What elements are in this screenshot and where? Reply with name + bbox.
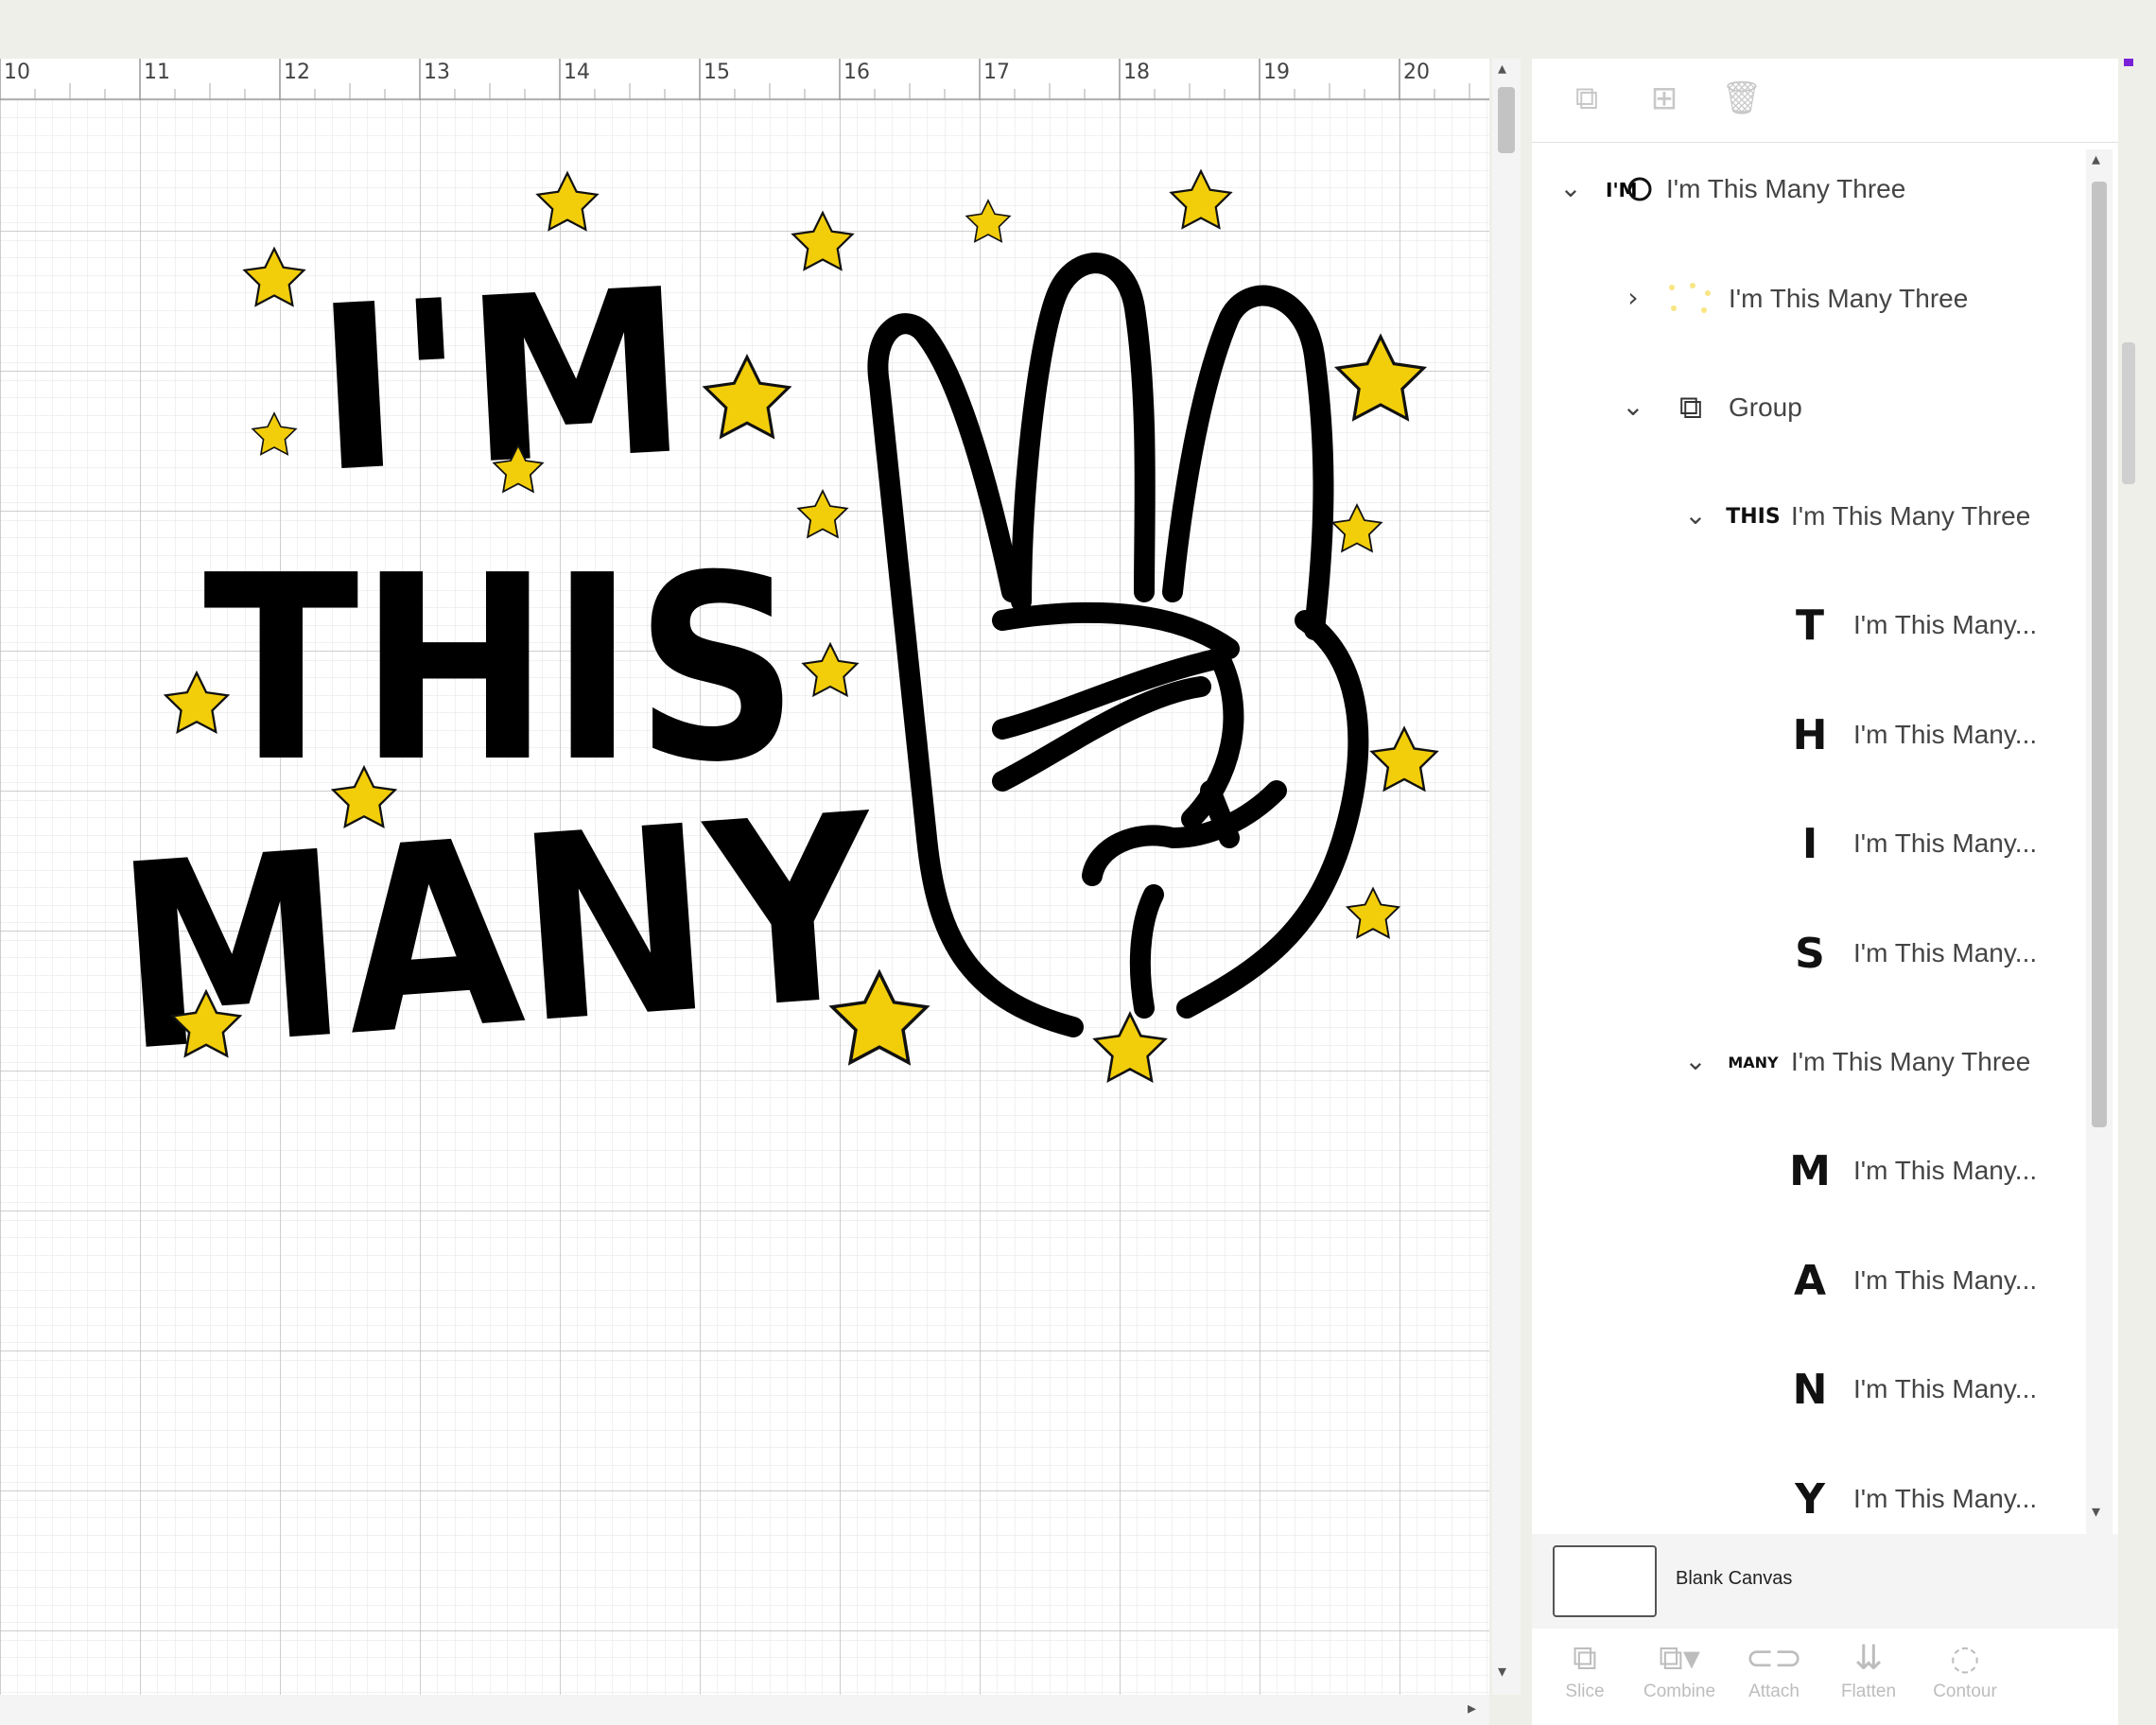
slice-icon: ⧉ (1573, 1639, 1597, 1678)
layer-label: I'm This Many... (1853, 720, 2038, 749)
scroll-thumb[interactable] (2092, 182, 2107, 1127)
layer-label: I'm This Many... (1853, 828, 2038, 858)
layer-row[interactable]: ⌄ ⧉ Group (1532, 362, 2090, 457)
chevron-down-icon[interactable]: ⌄ (1681, 1045, 1710, 1076)
flatten-button[interactable]: ⇊ Flatten (1821, 1636, 1916, 1702)
canvas-grid: I'M THIS MANY (0, 100, 1489, 1695)
canvas-vertical-scrollbar[interactable]: ▴ ▾ (1492, 59, 1521, 1695)
contour-button[interactable]: ◌ Contour (1918, 1636, 2012, 1702)
accent-marker (2124, 59, 2133, 66)
layers-list: ⌄ I'M I'm This Many Three › I'm This Man… (1532, 144, 2090, 1591)
layer-thumbnail: T (1795, 601, 1824, 650)
attach-button[interactable]: ⊂⊃ Attach (1727, 1636, 1821, 1702)
layer-thumbnail: A (1793, 1256, 1827, 1305)
flatten-icon: ⇊ (1853, 1639, 1884, 1678)
right-edge-strip (2118, 59, 2156, 1725)
slice-button[interactable]: ⧉ Slice (1538, 1636, 1632, 1702)
group-icon: ⧉ (1678, 389, 1703, 427)
layer-label: I'm This Many Three (1729, 284, 1969, 313)
attach-icon: ⊂⊃ (1745, 1639, 1803, 1678)
layer-label: I'm This Many Three (1666, 174, 1906, 203)
layers-toolbar: ⧉ ⊞ 🗑 (1532, 59, 2118, 143)
layer-thumbnail: I'M (1602, 166, 1655, 212)
scroll-up-arrow-icon[interactable]: ▴ (2092, 149, 2100, 169)
blank-canvas-swatch[interactable] (1553, 1545, 1657, 1617)
layer-label: I'm This Many... (1853, 938, 2038, 967)
duplicate-icon[interactable]: ⊞ (1642, 76, 1687, 121)
artwork-text-im: I'M (310, 239, 692, 523)
layer-label: I'm This Many Three (1791, 1047, 2031, 1076)
layer-thumbnail: I (1801, 819, 1818, 868)
stars-layer-thumbnail (1662, 276, 1715, 322)
combine-label: Combine (1643, 1681, 1716, 1701)
scroll-up-arrow-icon[interactable]: ▴ (1498, 59, 1506, 78)
combine-button[interactable]: ⧉▾ Combine (1632, 1636, 1727, 1702)
im-this-many-artwork[interactable]: I'M THIS MANY (0, 100, 1489, 1695)
layer-thumbnail: S (1795, 929, 1825, 978)
chevron-down-icon[interactable]: ⌄ (1681, 499, 1710, 531)
scroll-thumb[interactable] (1498, 87, 1515, 153)
layer-row[interactable]: M I'm This Many... (1532, 1125, 2090, 1220)
layer-thumbnail: N (1792, 1365, 1828, 1414)
layer-row[interactable]: A I'm This Many... (1532, 1235, 2090, 1330)
ruler-ticks (0, 59, 1489, 100)
attach-label: Attach (1748, 1681, 1800, 1701)
layer-thumbnail: Y (1795, 1474, 1825, 1524)
layer-label: I'm This Many... (1853, 1484, 2038, 1513)
scroll-down-arrow-icon[interactable]: ▾ (1498, 1662, 1506, 1681)
outer-scroll-thumb[interactable] (2122, 342, 2135, 484)
layer-label: I'm This Many... (1853, 1156, 2038, 1185)
layer-row[interactable]: S I'm This Many... (1532, 908, 2090, 1002)
layer-label: Group (1729, 392, 1802, 422)
layer-thumbnail: MANY (1728, 1053, 1779, 1072)
three-fingers-hand-outline (867, 253, 1369, 1037)
layer-thumbnail: H (1792, 710, 1828, 759)
layer-row[interactable]: H I'm This Many... (1532, 689, 2090, 784)
scroll-down-arrow-icon[interactable]: ▾ (2092, 1502, 2100, 1522)
chevron-down-icon[interactable]: ⌄ (1619, 391, 1647, 422)
layer-thumbnail: THIS (1726, 504, 1781, 529)
top-toolbar (0, 0, 2156, 59)
layer-label: I'm This Many... (1853, 1374, 2038, 1403)
layer-label: I'm This Many... (1853, 610, 2038, 639)
chevron-right-icon[interactable]: › (1619, 282, 1647, 313)
layer-row[interactable]: ⌄ I'M I'm This Many Three (1532, 144, 2090, 238)
flatten-label: Flatten (1840, 1681, 1897, 1701)
layer-label: I'm This Many Three (1791, 501, 2031, 531)
layer-row[interactable]: › I'm This Many Three (1532, 253, 2090, 348)
layer-row[interactable]: ⌄ THIS I'm This Many Three (1532, 471, 2090, 566)
combine-icon: ⧉▾ (1659, 1639, 1700, 1678)
horizontal-ruler: 10 11 12 13 14 15 16 17 18 19 20 (0, 59, 1489, 100)
contour-icon: ◌ (1950, 1639, 1980, 1678)
group-icon[interactable]: ⧉ (1564, 76, 1609, 121)
slice-label: Slice (1565, 1681, 1605, 1701)
layers-scrollbar[interactable]: ▴ ▾ (2086, 149, 2113, 1596)
canvas-horizontal-scrollbar[interactable]: ▸ (0, 1695, 1489, 1725)
design-canvas[interactable]: 10 11 12 13 14 15 16 17 18 19 20 I'M THI… (0, 59, 1489, 1695)
layer-row[interactable]: ⌄ MANY I'm This Many Three (1532, 1017, 2090, 1111)
blank-canvas-label: Blank Canvas (1676, 1568, 1793, 1589)
layer-row[interactable]: I I'm This Many... (1532, 798, 2090, 893)
chevron-down-icon[interactable]: ⌄ (1556, 172, 1585, 203)
layer-label: I'm This Many... (1853, 1265, 2038, 1295)
layer-row[interactable]: T I'm This Many... (1532, 580, 2090, 674)
contour-label: Contour (1933, 1681, 1997, 1701)
bottom-tools: ⧉ Slice ⧉▾ Combine ⊂⊃ Attach ⇊ Flatten ◌… (1532, 1630, 2118, 1725)
scroll-right-arrow-icon[interactable]: ▸ (1468, 1699, 1476, 1718)
layers-panel: ⧉ ⊞ 🗑 ⌄ I'M I'm This Many Three › I'm Th… (1532, 59, 2118, 1725)
layer-row[interactable]: N I'm This Many... (1532, 1344, 2090, 1438)
layer-thumbnail: M (1789, 1146, 1831, 1195)
blank-canvas-row[interactable]: Blank Canvas (1532, 1534, 2118, 1629)
trash-icon[interactable]: 🗑 (1719, 76, 1765, 121)
